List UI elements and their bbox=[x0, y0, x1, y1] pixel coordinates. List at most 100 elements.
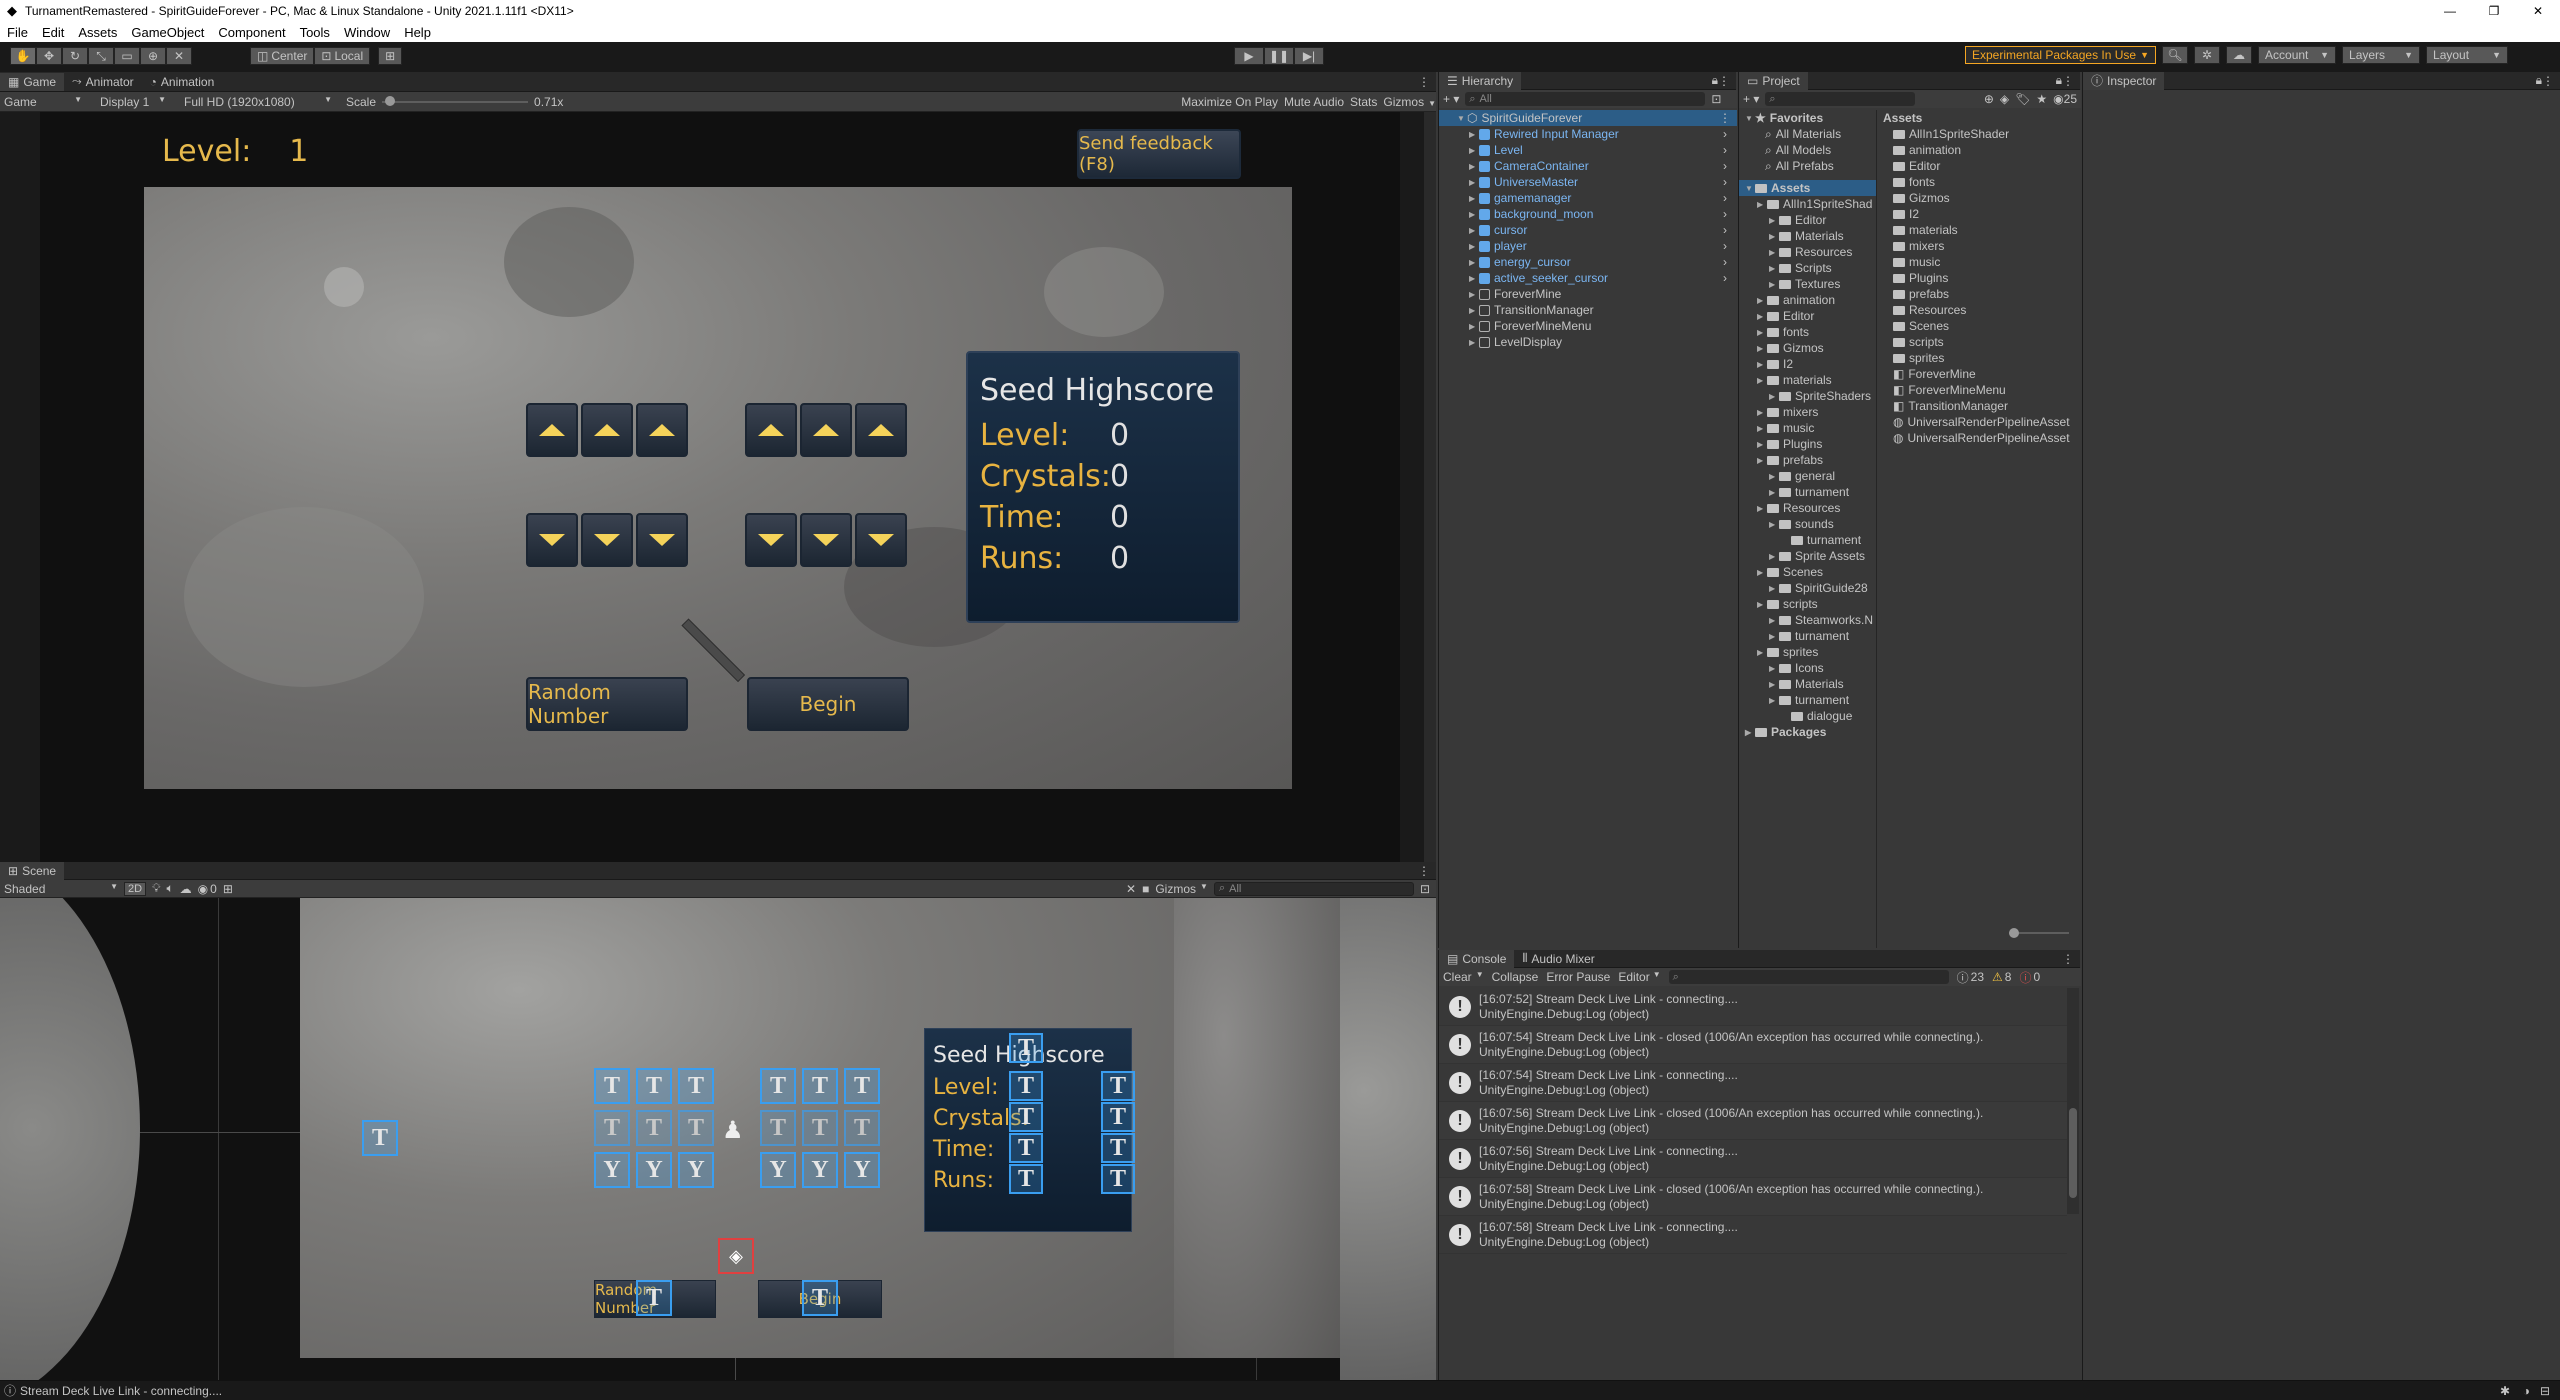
text-component-icon[interactable]: T bbox=[636, 1280, 672, 1316]
console-entry[interactable]: ! [16:07:58] Stream Deck Live Link - conn… bbox=[1439, 1216, 2067, 1254]
fold-closed-icon[interactable]: ▶ bbox=[1757, 200, 1767, 209]
fold-closed-icon[interactable]: ▶ bbox=[1757, 296, 1767, 305]
game-viewport[interactable]: Level: 1 Send feedback (F8) Random Numbe… bbox=[40, 112, 1400, 862]
project-folder-item[interactable]: ▶ Plugins bbox=[1739, 436, 1876, 452]
fold-closed-icon[interactable]: ▶ bbox=[1469, 274, 1479, 283]
text-component-icon[interactable]: T bbox=[844, 1068, 880, 1104]
text-component-icon[interactable]: T bbox=[1101, 1164, 1135, 1194]
hierarchy-item[interactable]: ▶ ForeverMineMenu bbox=[1439, 318, 1737, 334]
text-component-icon[interactable]: T bbox=[802, 1280, 838, 1316]
seed-down-button-5[interactable] bbox=[800, 513, 852, 567]
text-component-icon[interactable]: T bbox=[594, 1068, 630, 1104]
favorite-item[interactable]: ⌕ All Models bbox=[1739, 142, 1876, 158]
hierarchy-search-field[interactable]: ⌕ All bbox=[1465, 92, 1706, 106]
mode-2d-toggle[interactable]: 2D bbox=[124, 881, 147, 896]
create-button[interactable]: + ▾ bbox=[1743, 92, 1759, 106]
project-folder-item[interactable]: ▶ fonts bbox=[1739, 324, 1876, 340]
menu-edit[interactable]: Edit bbox=[35, 25, 71, 40]
project-folder-item[interactable]: ▶ turnament bbox=[1739, 692, 1876, 708]
project-folder-item[interactable]: ▶ sounds bbox=[1739, 516, 1876, 532]
panel-menu-icon[interactable]: ⋮ bbox=[2062, 952, 2074, 966]
log-count-toggle[interactable]: ⓘ 23 bbox=[1957, 969, 1984, 986]
resolution-dropdown[interactable]: Full HD (1920x1080) ▼ bbox=[172, 95, 332, 109]
seed-up-button-2[interactable] bbox=[581, 403, 633, 457]
project-folder-item[interactable]: ▶ turnament bbox=[1739, 484, 1876, 500]
hierarchy-item[interactable]: ▶ TransitionManager bbox=[1439, 302, 1737, 318]
hand-tool-icon[interactable]: ✋ bbox=[10, 47, 36, 65]
tab-animation[interactable]: ◔ Animation bbox=[142, 73, 223, 91]
collapse-toggle[interactable]: Collapse bbox=[1492, 970, 1539, 984]
menu-window[interactable]: Window bbox=[337, 25, 397, 40]
layout-dropdown[interactable]: Layout ▼ bbox=[2426, 46, 2509, 64]
text-component-icon[interactable]: T bbox=[1009, 1133, 1043, 1163]
maximize-icon[interactable]: ❐ bbox=[2484, 4, 2504, 18]
seed-up-button-4[interactable] bbox=[745, 403, 797, 457]
project-folder-item[interactable]: turnament bbox=[1739, 532, 1876, 548]
fold-closed-icon[interactable]: ▶ bbox=[1469, 162, 1479, 171]
fold-closed-icon[interactable]: ▶ bbox=[1769, 232, 1779, 241]
text-component-icon[interactable]: T bbox=[1009, 1071, 1043, 1101]
pivot-local-button[interactable]: ⊡ Local bbox=[314, 47, 371, 65]
asset-item[interactable]: Editor bbox=[1879, 158, 2081, 174]
console-entry[interactable]: ! [16:07:56] Stream Deck Live Link - clos… bbox=[1439, 1102, 2067, 1140]
project-folder-item[interactable]: ▶ Resources bbox=[1739, 500, 1876, 516]
custom-tool-icon[interactable]: ✕ bbox=[166, 47, 192, 65]
hierarchy-item[interactable]: ▶ UniverseMaster › bbox=[1439, 174, 1737, 190]
menu-file[interactable]: File bbox=[0, 25, 35, 40]
menu-help[interactable]: Help bbox=[397, 25, 438, 40]
grid-icon[interactable]: ⊞ bbox=[223, 882, 233, 896]
minimize-icon[interactable]: — bbox=[2440, 4, 2460, 18]
scale-tool-icon[interactable]: ⤡ bbox=[88, 47, 114, 65]
text-component-icon[interactable]: T bbox=[594, 1110, 630, 1146]
fold-closed-icon[interactable]: ▶ bbox=[1469, 178, 1479, 187]
console-entry[interactable]: ! [16:07:58] Stream Deck Live Link - clos… bbox=[1439, 1178, 2067, 1216]
panel-menu-icon[interactable]: ⋮ bbox=[2542, 74, 2554, 88]
assets-breadcrumb[interactable]: Assets bbox=[1879, 110, 2081, 126]
prefab-open-icon[interactable]: › bbox=[1723, 239, 1727, 253]
text-component-icon[interactable]: T bbox=[1101, 1071, 1135, 1101]
console-entry[interactable]: ! [16:07:54] Stream Deck Live Link - clos… bbox=[1439, 1026, 2067, 1064]
panel-menu-icon[interactable]: ⋮ bbox=[1718, 74, 1730, 88]
favorite-item[interactable]: ⌕ All Prefabs bbox=[1739, 158, 1876, 174]
text-component-icon[interactable]: Y bbox=[760, 1152, 796, 1188]
project-folder-item[interactable]: ▶ Scenes bbox=[1739, 564, 1876, 580]
project-folder-item[interactable]: ▶ Materials bbox=[1739, 228, 1876, 244]
pivot-center-button[interactable]: ◫ Center bbox=[250, 47, 315, 65]
search-by-type-icon[interactable]: ⊕ bbox=[1984, 92, 1994, 106]
snap-grid-icon[interactable]: ⊞ bbox=[378, 47, 403, 65]
project-folder-item[interactable]: ▶ Resources bbox=[1739, 244, 1876, 260]
fold-closed-icon[interactable]: ▶ bbox=[1769, 584, 1779, 593]
fold-closed-icon[interactable]: ▶ bbox=[1769, 216, 1779, 225]
asset-item[interactable]: mixers bbox=[1879, 238, 2081, 254]
error-pause-toggle[interactable]: Error Pause bbox=[1546, 970, 1610, 984]
hierarchy-item[interactable]: ▶ cursor › bbox=[1439, 222, 1737, 238]
seed-up-button-5[interactable] bbox=[800, 403, 852, 457]
game-scrollbar[interactable] bbox=[1424, 112, 1436, 862]
seed-up-button-6[interactable] bbox=[855, 403, 907, 457]
fold-closed-icon[interactable]: ▶ bbox=[1757, 440, 1767, 449]
fold-closed-icon[interactable]: ▶ bbox=[1769, 264, 1779, 273]
camera-icon[interactable]: ■ bbox=[1142, 882, 1149, 896]
project-folder-item[interactable]: ▶ materials bbox=[1739, 372, 1876, 388]
mute-audio-toggle[interactable]: Mute Audio bbox=[1284, 95, 1344, 109]
fold-closed-icon[interactable]: ▶ bbox=[1469, 242, 1479, 251]
asset-item[interactable]: ◧ ForeverMine bbox=[1879, 366, 2081, 382]
console-entry[interactable]: ! [16:07:54] Stream Deck Live Link - conn… bbox=[1439, 1064, 2067, 1102]
project-folder-item[interactable]: ▶ Gizmos bbox=[1739, 340, 1876, 356]
fold-open-icon[interactable]: ▼ bbox=[1745, 184, 1755, 193]
text-component-icon[interactable]: T bbox=[678, 1068, 714, 1104]
favorites-header[interactable]: ▼ ★ Favorites bbox=[1739, 110, 1876, 126]
project-folder-item[interactable]: ▶ Steamworks.N bbox=[1739, 612, 1876, 628]
send-feedback-button[interactable]: Send feedback (F8) bbox=[1077, 129, 1241, 179]
project-folder-item[interactable]: ▶ scripts bbox=[1739, 596, 1876, 612]
asset-item[interactable]: Plugins bbox=[1879, 270, 2081, 286]
close-icon[interactable]: ✕ bbox=[2528, 4, 2548, 18]
text-component-icon[interactable]: T bbox=[802, 1068, 838, 1104]
asset-item[interactable]: Resources bbox=[1879, 302, 2081, 318]
fold-closed-icon[interactable]: ▶ bbox=[1769, 488, 1779, 497]
text-component-icon[interactable]: T bbox=[1009, 1164, 1043, 1194]
panel-menu-icon[interactable]: ⋮ bbox=[1418, 864, 1430, 878]
random-number-button[interactable]: Random Number bbox=[526, 677, 688, 731]
asset-item[interactable]: ◍ UniversalRenderPipelineAsset bbox=[1879, 430, 2081, 446]
fold-closed-icon[interactable]: ▶ bbox=[1769, 616, 1779, 625]
